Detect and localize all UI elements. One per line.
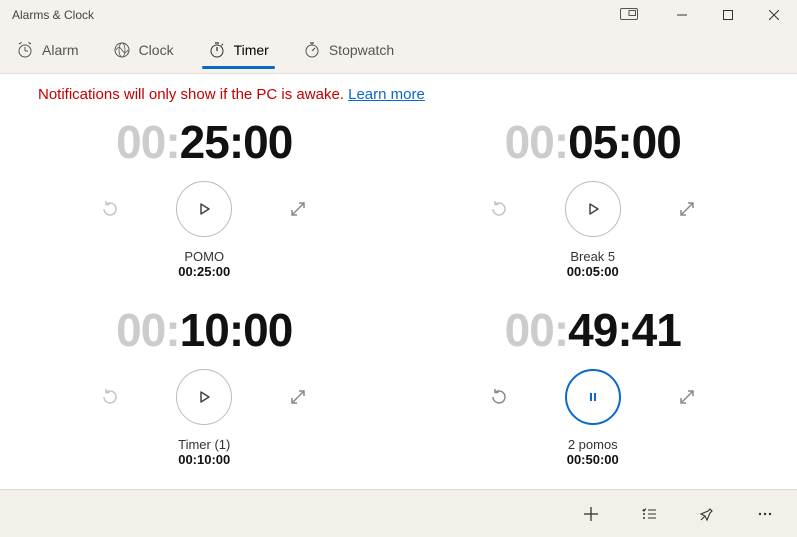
reset-icon[interactable] bbox=[485, 195, 513, 223]
tab-label: Clock bbox=[139, 42, 174, 58]
edit-timers-button[interactable] bbox=[623, 494, 675, 534]
expand-icon[interactable] bbox=[284, 195, 312, 223]
expand-icon[interactable] bbox=[673, 195, 701, 223]
timer-name: 2 pomos bbox=[568, 437, 618, 452]
compact-overlay-icon[interactable] bbox=[609, 8, 649, 22]
timers-grid: 00:25:00 POMO 00:25:00 00:05:00 bbox=[0, 113, 797, 489]
notification-text: Notifications will only show if the PC i… bbox=[38, 86, 348, 103]
timer-total: 00:10:00 bbox=[178, 452, 230, 467]
timer-name: Timer (1) bbox=[178, 437, 230, 452]
timer-total: 00:25:00 bbox=[178, 264, 230, 279]
maximize-button[interactable] bbox=[705, 0, 751, 30]
pin-button[interactable] bbox=[681, 494, 733, 534]
tab-timer[interactable]: Timer bbox=[200, 35, 277, 69]
minimize-button[interactable] bbox=[659, 0, 705, 30]
tab-alarm[interactable]: Alarm bbox=[8, 35, 87, 69]
learn-more-link[interactable]: Learn more bbox=[348, 86, 425, 103]
timer-name: POMO bbox=[184, 249, 224, 264]
timer-remaining: 00:10:00 bbox=[116, 307, 292, 353]
tab-label: Stopwatch bbox=[329, 42, 394, 58]
timer-icon bbox=[208, 41, 226, 59]
stopwatch-icon bbox=[303, 41, 321, 59]
timer-total: 00:50:00 bbox=[567, 452, 619, 467]
expand-icon[interactable] bbox=[284, 383, 312, 411]
timer-remaining: 00:49:41 bbox=[505, 307, 681, 353]
add-timer-button[interactable] bbox=[565, 494, 617, 534]
reset-icon[interactable] bbox=[96, 383, 124, 411]
timer-remaining: 00:25:00 bbox=[116, 119, 292, 165]
timer-card[interactable]: 00:25:00 POMO 00:25:00 bbox=[10, 113, 399, 301]
tab-label: Alarm bbox=[42, 42, 79, 58]
timer-card[interactable]: 00:49:41 2 pomos 00:50:00 bbox=[399, 301, 788, 489]
window-title: Alarms & Clock bbox=[12, 8, 94, 22]
close-button[interactable] bbox=[751, 0, 797, 30]
alarm-icon bbox=[16, 41, 34, 59]
pause-button[interactable] bbox=[565, 369, 621, 425]
tab-label: Timer bbox=[234, 42, 269, 58]
tab-clock[interactable]: Clock bbox=[105, 35, 182, 69]
reset-icon[interactable] bbox=[485, 383, 513, 411]
timer-remaining: 00:05:00 bbox=[505, 119, 681, 165]
title-bar: Alarms & Clock bbox=[0, 0, 797, 30]
reset-icon[interactable] bbox=[96, 195, 124, 223]
timer-card[interactable]: 00:05:00 Break 5 00:05:00 bbox=[399, 113, 788, 301]
play-button[interactable] bbox=[565, 181, 621, 237]
play-button[interactable] bbox=[176, 369, 232, 425]
notification-banner: Notifications will only show if the PC i… bbox=[0, 74, 797, 113]
timer-total: 00:05:00 bbox=[567, 264, 619, 279]
timer-card[interactable]: 00:10:00 Timer (1) 00:10:00 bbox=[10, 301, 399, 489]
command-bar bbox=[0, 489, 797, 537]
timer-name: Break 5 bbox=[570, 249, 615, 264]
tab-bar: Alarm Clock Timer Stopwatch bbox=[0, 30, 797, 74]
tab-stopwatch[interactable]: Stopwatch bbox=[295, 35, 402, 69]
more-button[interactable] bbox=[739, 494, 791, 534]
play-button[interactable] bbox=[176, 181, 232, 237]
expand-icon[interactable] bbox=[673, 383, 701, 411]
clock-icon bbox=[113, 41, 131, 59]
